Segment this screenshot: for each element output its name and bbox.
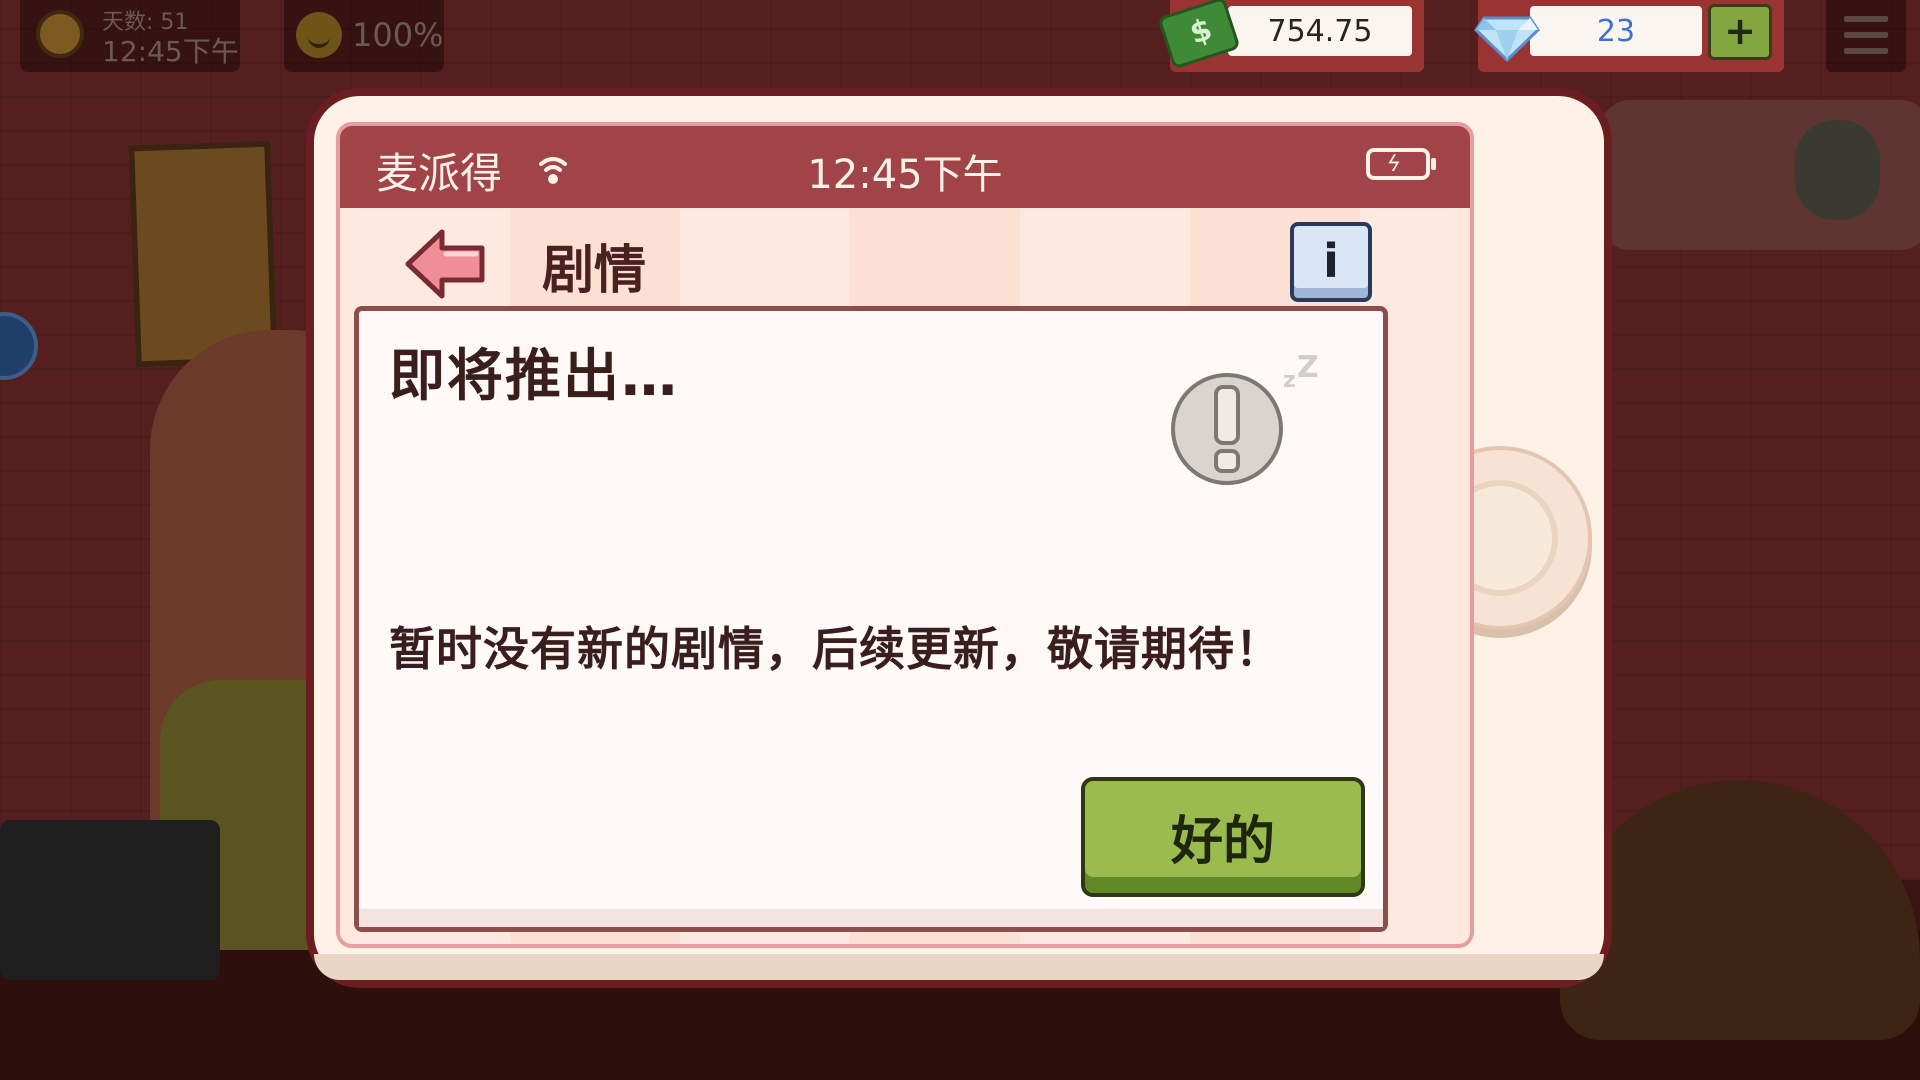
status-bar: 麦派得 12:45下午 ϟ [340, 126, 1470, 208]
gem-value: 23 [1596, 14, 1636, 49]
status-time: 12:45下午 [807, 152, 1003, 198]
phone-screen: 麦派得 12:45下午 ϟ 剧情 i 即将推出… z Z 暂时没有新的剧情，后续… [336, 122, 1474, 948]
mood-panel: 100% [284, 0, 444, 72]
tip-jar [1795, 120, 1880, 220]
ok-button-label: 好的 [1170, 812, 1275, 872]
message-card: 即将推出… z Z 暂时没有新的剧情，后续更新，敬请期待！ 好的 [354, 306, 1388, 932]
money-field: 754.75 [1228, 6, 1412, 56]
card-heading: 即将推出… [389, 344, 679, 409]
hamburger-menu-icon [1844, 16, 1888, 22]
info-button[interactable]: i [1290, 222, 1372, 302]
gem-field: 23 [1530, 6, 1702, 56]
svg-text:z: z [1283, 368, 1296, 393]
gem-panel: 23 + [1474, 0, 1784, 72]
ok-button[interactable]: 好的 [1081, 777, 1365, 897]
buy-gems-button[interactable]: + [1708, 4, 1772, 60]
menu-button[interactable] [1826, 0, 1906, 72]
mood-value: 100% [352, 16, 444, 54]
diamond-icon [1474, 16, 1540, 62]
page-title: 剧情 [542, 241, 647, 301]
day-clock-panel: 天数: 51 12:45下午 [20, 0, 240, 72]
card-footer-strip [359, 909, 1383, 927]
smiley-icon [296, 12, 342, 58]
clock-icon [36, 10, 84, 58]
card-message: 暂时没有新的剧情，后续更新，敬请期待！ [389, 622, 1282, 676]
money-panel: 754.75 [1157, 0, 1424, 72]
info-icon: i [1323, 234, 1339, 288]
money-value: 754.75 [1267, 14, 1373, 49]
svg-text:Z: Z [1297, 351, 1319, 385]
sleeping-exclamation-icon: z Z [1171, 351, 1319, 485]
game-time: 12:45下午 [102, 35, 239, 68]
cash-register [0, 820, 220, 980]
cash-icon [1157, 0, 1241, 70]
phone-frame-shadow [314, 954, 1604, 980]
back-button[interactable] [404, 226, 488, 302]
menu-line [1844, 48, 1888, 54]
bolt-icon: ϟ [1382, 152, 1404, 177]
battery-charging-icon: ϟ [1366, 148, 1436, 180]
plus-icon: + [1724, 9, 1756, 53]
menu-line [1844, 32, 1888, 38]
